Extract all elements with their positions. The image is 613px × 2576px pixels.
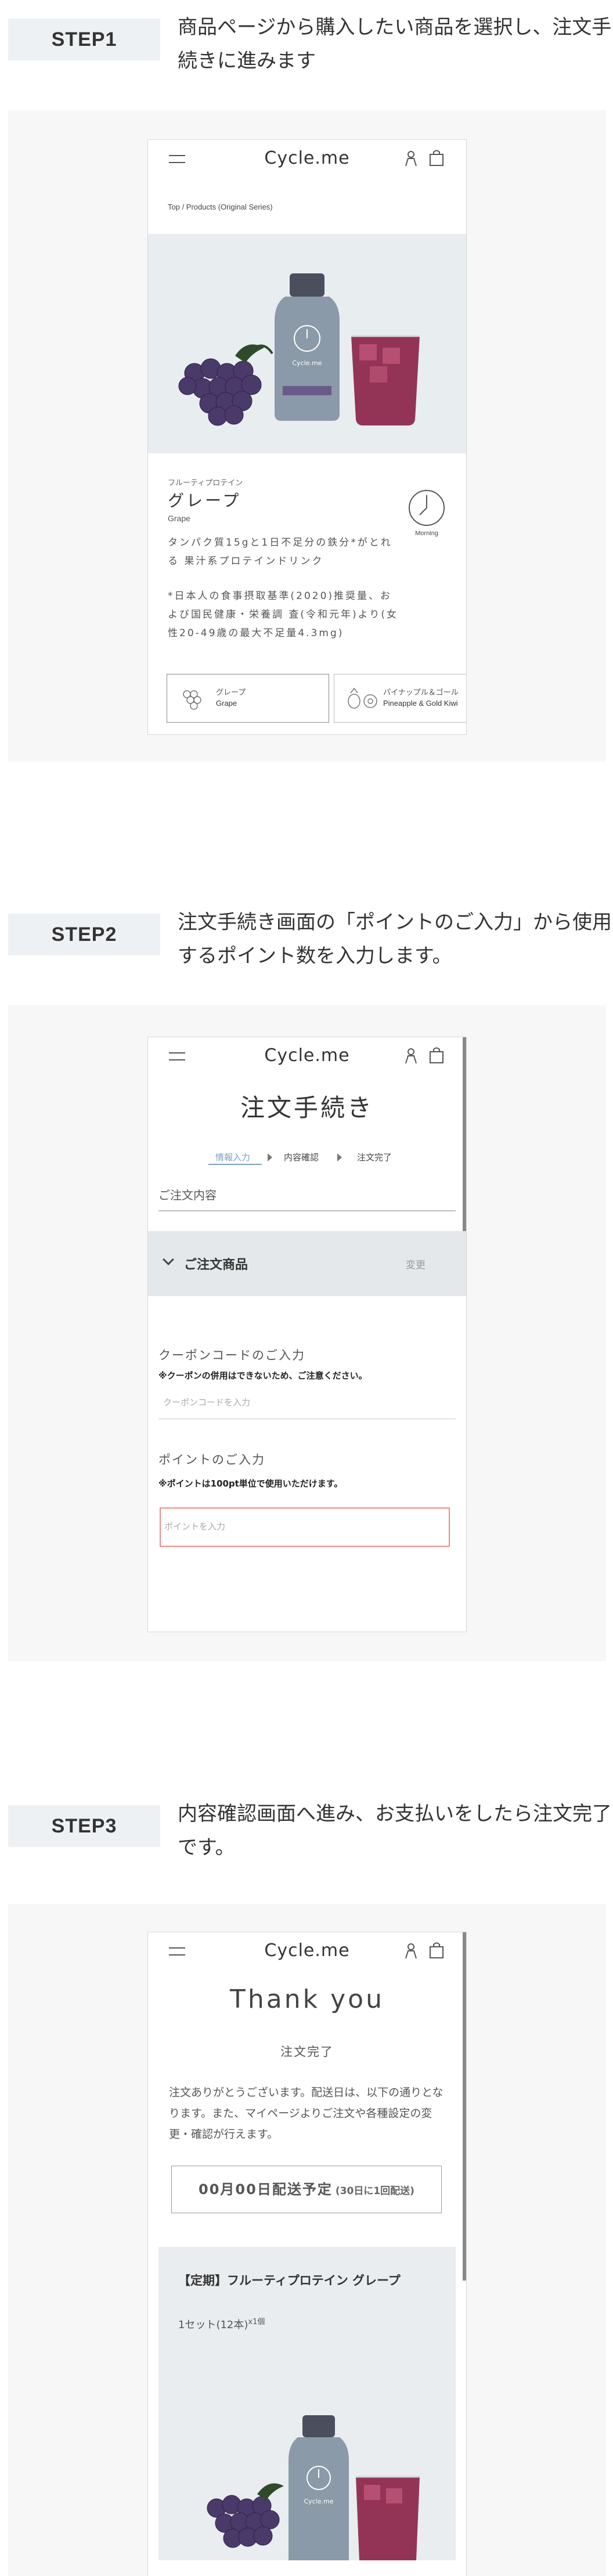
phone-thankyou-page: Cycle.me Thank you 注文完了 注文ありがとうございます。配送日… bbox=[147, 1932, 467, 2576]
thank-you-heading: Thank you bbox=[230, 1985, 384, 2014]
divider bbox=[158, 1210, 456, 1211]
step-badge: STEP1 bbox=[8, 19, 160, 60]
chevron-down-icon bbox=[163, 1254, 174, 1265]
product-hero-image: Cycle.me bbox=[148, 234, 466, 453]
step-description: 注文手続き画面の「ポイントのご入力」から使用するポイント数を入力します。 bbox=[178, 911, 612, 968]
variant-card-grape[interactable]: グレープ Grape bbox=[167, 674, 329, 723]
product-photo: Cycle.me bbox=[178, 273, 420, 426]
site-logo[interactable]: Cycle.me bbox=[148, 1045, 466, 1066]
order-complete-subtitle: 注文完了 bbox=[280, 2045, 334, 2059]
bottle-label: Cycle.me bbox=[304, 2498, 333, 2505]
product-category: フルーティプロテイン bbox=[168, 479, 243, 488]
grape-icon bbox=[183, 690, 201, 710]
points-label: ポイントのご入力 bbox=[158, 1453, 265, 1467]
phone-product-page: Cycle.me Top / Products (Original Series… bbox=[147, 139, 467, 735]
coupon-label: クーポンコードのご入力 bbox=[158, 1348, 305, 1362]
site-header: Cycle.me bbox=[148, 1932, 466, 1969]
bag-icon[interactable] bbox=[429, 1047, 444, 1064]
progress-step-confirm: 内容確認 bbox=[284, 1152, 319, 1163]
step-description: 内容確認画面へ進み、お支払いをしたら注文完了です。 bbox=[178, 1802, 612, 1859]
bag-icon[interactable] bbox=[429, 149, 444, 167]
user-icon[interactable] bbox=[405, 1047, 417, 1064]
step2-screenshot-panel: Cycle.me 注文手続き 情報入力 内容確認 注文完了 ご注文内容 ご注文商… bbox=[8, 1005, 606, 1661]
site-logo[interactable]: Cycle.me bbox=[148, 1940, 466, 1961]
step1-header: STEP1 商品ページから購入したい商品を選択し、注文手続きに進みます bbox=[8, 10, 611, 80]
accordion-title: ご注文商品 bbox=[184, 1258, 248, 1272]
section-title: ご注文内容 bbox=[158, 1188, 217, 1202]
points-input[interactable]: ポイントを入力 bbox=[160, 1507, 450, 1547]
step-badge: STEP2 bbox=[8, 914, 160, 955]
product-name-en: Grape bbox=[168, 514, 190, 523]
delivery-date-box: 00月00日配送予定 (30日に1回配送) bbox=[171, 2166, 442, 2213]
product-photo: Cycle.me bbox=[207, 2415, 420, 2560]
variant-label-en: Pineapple & Gold Kiwi bbox=[383, 699, 458, 708]
progress-active-indicator bbox=[208, 1164, 262, 1165]
progress-step-complete: 注文完了 bbox=[357, 1152, 392, 1163]
order-items-accordion[interactable]: ご注文商品 変更 bbox=[148, 1231, 466, 1296]
variant-label-en: Grape bbox=[216, 699, 237, 708]
step-description: 商品ページから購入したい商品を選択し、注文手続きに進みます bbox=[178, 16, 612, 73]
product-footnote: *日本人の食事摂取基準(2020)推奨量、および国民健康・栄養調 査(令和元年)… bbox=[168, 590, 398, 639]
site-header: Cycle.me bbox=[148, 1037, 466, 1074]
ordered-product-title: 【定期】フルーティプロテイン グレープ bbox=[178, 2274, 401, 2288]
product-description: タンパク質15gと1日不足分の鉄分*がとれる 果汁系プロテインドリンク bbox=[168, 537, 392, 567]
timing-label: Morning bbox=[415, 530, 438, 537]
coupon-warning: ※クーポンの併用はできないため、ご注意ください。 bbox=[158, 1370, 367, 1381]
chevron-right-icon bbox=[337, 1153, 342, 1161]
breadcrumb[interactable]: Top / Products (Original Series) bbox=[168, 203, 273, 211]
ordered-product-card: 【定期】フルーティプロテイン グレープ 1セット(12本)x1個 Cycle.m… bbox=[158, 2247, 456, 2560]
variant-label-jp: グレープ bbox=[216, 688, 246, 697]
step-badge: STEP3 bbox=[8, 1805, 160, 1847]
bottle-label: Cycle.me bbox=[292, 359, 322, 367]
phone-checkout-page: Cycle.me 注文手続き 情報入力 内容確認 注文完了 ご注文内容 ご注文商… bbox=[147, 1037, 467, 1632]
step2-header: STEP2 注文手続き画面の「ポイントのご入力」から使用するポイント数を入力しま… bbox=[8, 905, 612, 975]
user-icon[interactable] bbox=[405, 149, 417, 167]
page-title: 注文手続き bbox=[240, 1094, 374, 1122]
variant-card-pineapple[interactable]: パイナップル＆ゴール Pineapple & Gold Kiwi bbox=[334, 674, 466, 723]
chevron-right-icon bbox=[268, 1153, 272, 1161]
step1-screenshot-panel: Cycle.me Top / Products (Original Series… bbox=[8, 110, 606, 762]
delivery-date: 00月00日配送予定 bbox=[199, 2181, 333, 2198]
pineapple-kiwi-icon bbox=[348, 687, 377, 709]
user-icon[interactable] bbox=[405, 1942, 417, 1959]
delivery-schedule: (30日に1回配送) bbox=[335, 2185, 414, 2197]
clock-icon bbox=[409, 490, 445, 526]
variant-label-jp: パイナップル＆ゴール bbox=[383, 688, 459, 697]
ordered-quantity: 1セット(12本)x1個 bbox=[178, 2318, 265, 2331]
progress-step-input: 情報入力 bbox=[215, 1152, 251, 1163]
points-warning: ※ポイントは100pt単位で使用いただけます。 bbox=[158, 1478, 343, 1489]
coupon-input[interactable]: クーポンコードを入力 bbox=[158, 1388, 456, 1419]
site-logo[interactable]: Cycle.me bbox=[148, 148, 466, 168]
step3-screenshot-panel: Cycle.me Thank you 注文完了 注文ありがとうございます。配送日… bbox=[8, 1904, 606, 2576]
bag-icon[interactable] bbox=[429, 1942, 444, 1959]
timing-badge: Morning bbox=[405, 488, 449, 537]
order-complete-message: 注文ありがとうございます。配送日は、以下の通りとなります。また、マイページよりご… bbox=[169, 2086, 443, 2141]
product-name: グレープ bbox=[168, 491, 241, 510]
change-link[interactable]: 変更 bbox=[406, 1257, 426, 1271]
step3-header: STEP3 内容確認画面へ進み、お支払いをしたら注文完了です。 bbox=[8, 1797, 612, 1867]
site-header: Cycle.me bbox=[148, 140, 466, 177]
